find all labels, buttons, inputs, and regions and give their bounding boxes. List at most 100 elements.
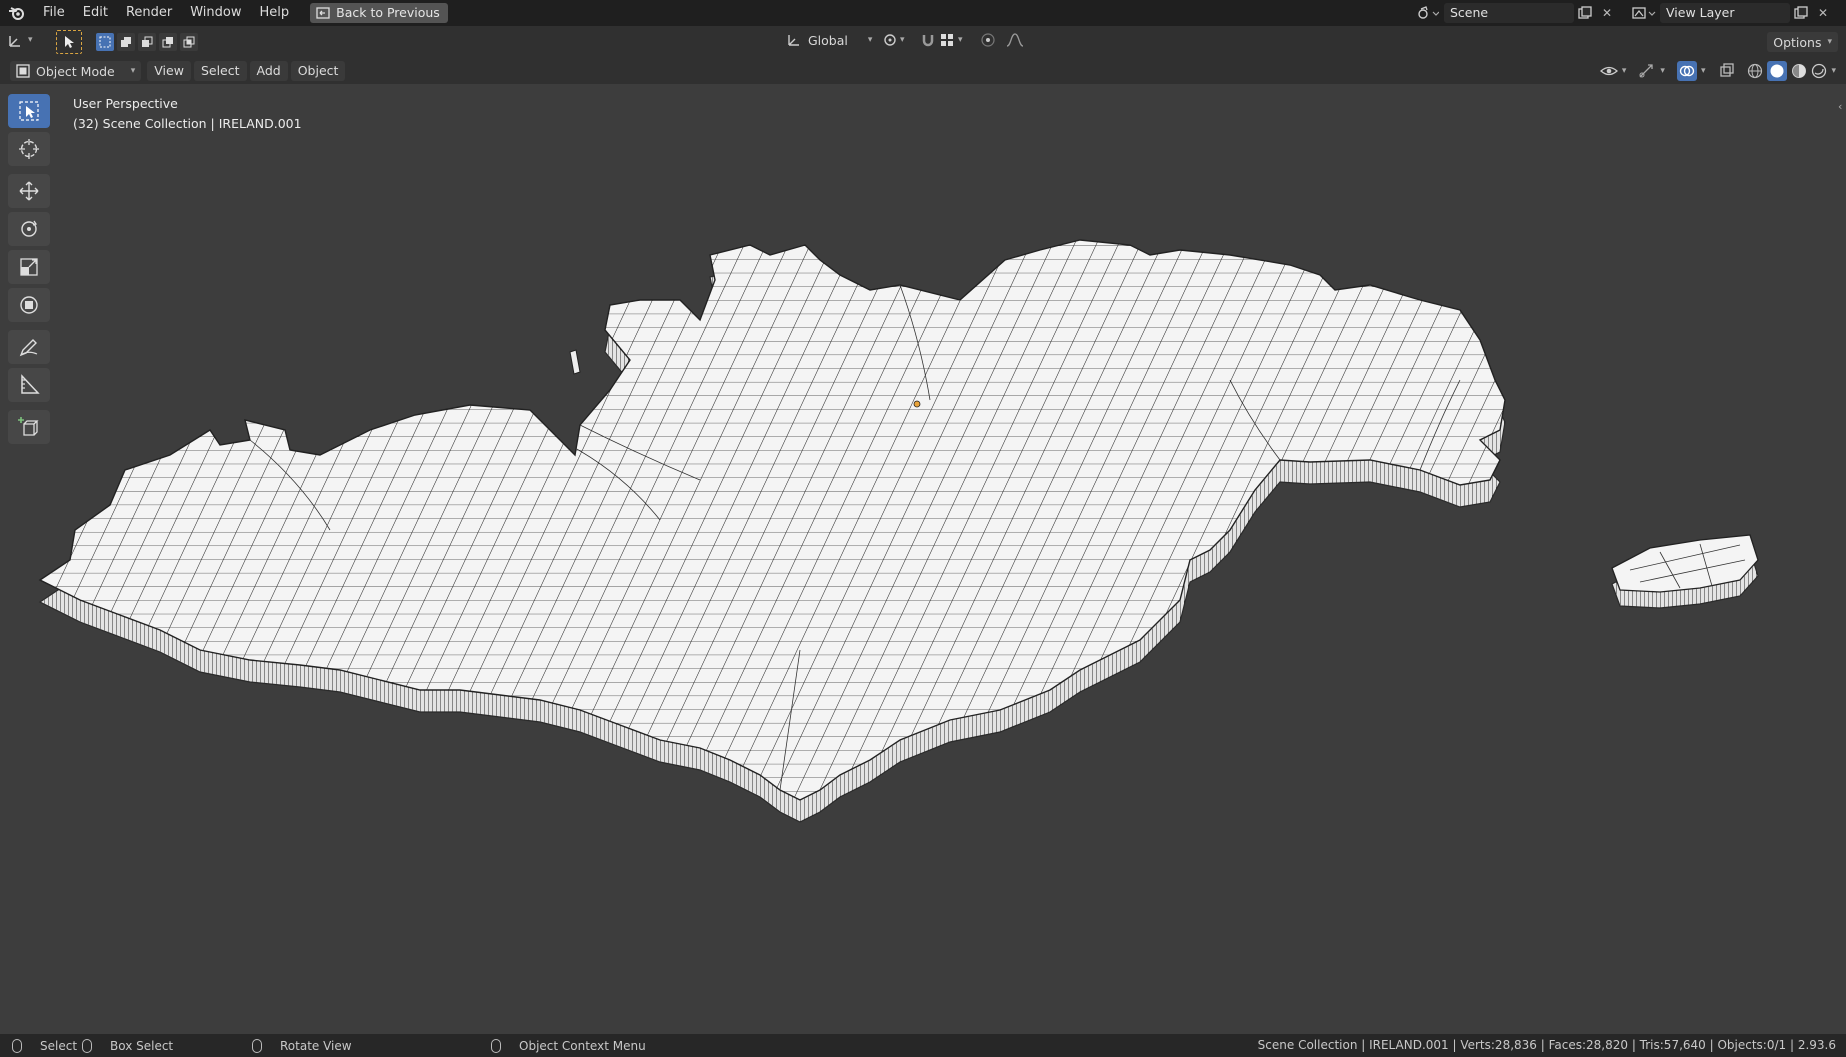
orientation-axes-icon: [786, 32, 802, 48]
editor-type-selector[interactable]: ▾: [8, 32, 33, 48]
measure-ruler-icon: [18, 374, 40, 396]
overlays-toggle-icon[interactable]: [1676, 61, 1697, 81]
chevron-down-icon: ▾: [28, 35, 33, 45]
falloff-curve-icon[interactable]: [1006, 33, 1024, 47]
chevron-down-icon: ▾: [1831, 66, 1836, 76]
chevron-down-icon: ▾: [130, 66, 136, 76]
sidebar-toggle-chevron-icon[interactable]: ‹: [1838, 100, 1846, 120]
tool-settings-bar: ▾ Global ▾ ▾ ▾ Options ▾: [0, 26, 1846, 62]
editor-type-icon: [8, 32, 26, 48]
tool-rotate[interactable]: [8, 212, 50, 246]
options-label: Options: [1773, 34, 1822, 50]
object-mode-dropdown[interactable]: Object Mode ▾: [10, 61, 142, 81]
transform-orientation-dropdown[interactable]: Global ▾: [786, 32, 872, 48]
back-to-previous-label: Back to Previous: [336, 5, 440, 20]
viewport-info-overlay: User Perspective (32) Scene Collection |…: [73, 94, 302, 134]
tool-move[interactable]: [8, 174, 50, 208]
transform-icon: [18, 294, 40, 316]
ireland-mesh-wireframe[interactable]: [0, 84, 1846, 1034]
selection-mode-group: [96, 33, 198, 51]
tool-select-box[interactable]: [8, 94, 50, 128]
annotate-pencil-icon: [18, 336, 40, 358]
menu-render[interactable]: Render: [117, 0, 181, 26]
tool-scale[interactable]: [8, 250, 50, 284]
object-origin-point: [913, 400, 921, 408]
gizmo-toggle-icon[interactable]: [1638, 63, 1656, 79]
mouse-left-icon: [12, 1038, 22, 1053]
select-mode-subtract-icon[interactable]: [138, 33, 156, 51]
menu-edit[interactable]: Edit: [74, 0, 117, 26]
status-context-menu-hint: Object Context Menu: [491, 1038, 646, 1053]
wireframe-shading-icon[interactable]: [1747, 63, 1763, 79]
object-menu[interactable]: Object: [290, 61, 346, 81]
tool-cursor[interactable]: [8, 132, 50, 166]
back-to-previous-button[interactable]: Back to Previous: [310, 3, 448, 23]
scale-icon: [18, 256, 40, 278]
select-menu[interactable]: Select: [193, 61, 247, 81]
rendered-shading-icon[interactable]: [1811, 63, 1827, 79]
rotate-icon: [18, 218, 40, 240]
object-mode-label: Object Mode: [36, 63, 115, 79]
status-box-select-hint: Box Select: [82, 1038, 174, 1053]
proportional-editing-icon[interactable]: [980, 32, 996, 48]
transform-orientation-label: Global: [808, 32, 848, 48]
collection-info-label: (32) Scene Collection | IRELAND.001: [73, 116, 302, 131]
menu-file[interactable]: File: [34, 0, 74, 26]
tool-annotate[interactable]: [8, 330, 50, 364]
chevron-down-icon: ▾: [900, 35, 905, 45]
tool-transform[interactable]: [8, 288, 50, 322]
add-cube-icon: [18, 416, 40, 438]
chevron-down-icon: ▾: [867, 35, 873, 45]
move-arrows-icon: [18, 180, 40, 202]
tool-measure[interactable]: [8, 368, 50, 402]
viewport-shading-controls: ▾ ▾ ▾ ▾: [1599, 61, 1836, 81]
snap-magnet-icon[interactable]: [920, 32, 936, 48]
proportional-edit-group: [980, 32, 1024, 48]
chevron-down-icon: ▾: [1827, 37, 1832, 47]
mouse-right-icon: [491, 1038, 501, 1053]
options-dropdown[interactable]: Options ▾: [1767, 32, 1838, 52]
status-rotate-view-hint: Rotate View: [252, 1038, 352, 1053]
mouse-middle-icon: [252, 1038, 262, 1053]
status-bar: Select Box Select Rotate View Object Con…: [0, 1034, 1846, 1057]
blender-logo-icon[interactable]: [0, 0, 34, 26]
material-preview-icon[interactable]: [1791, 63, 1807, 79]
view-layer-selector: View Layer ✕: [1628, 3, 1834, 23]
status-select-hint: Select: [12, 1038, 77, 1053]
snap-increment-icon[interactable]: [940, 33, 954, 47]
status-box-select-label: Box Select: [110, 1038, 174, 1053]
select-mode-intersect-icon[interactable]: [180, 33, 198, 51]
scene-close-icon[interactable]: ✕: [1596, 3, 1618, 23]
top-menu-bar: File Edit Render Window Help Back to Pre…: [0, 0, 1846, 26]
viewport-header: Object Mode ▾ View Select Add Object ▾ ▾…: [0, 58, 1846, 84]
scene-new-icon[interactable]: [1574, 3, 1596, 23]
add-menu[interactable]: Add: [249, 61, 288, 81]
tool-add-cube[interactable]: [8, 410, 50, 444]
scene-name-field[interactable]: Scene: [1444, 3, 1574, 23]
select-mode-new-icon[interactable]: [96, 33, 114, 51]
view-layer-name-field[interactable]: View Layer: [1660, 3, 1790, 23]
menu-help[interactable]: Help: [251, 0, 299, 26]
3d-viewport[interactable]: ‹: [0, 84, 1846, 1034]
view-menu[interactable]: View: [147, 61, 191, 81]
pivot-point-dropdown[interactable]: ▾: [882, 32, 905, 48]
status-rotate-view-label: Rotate View: [280, 1038, 352, 1053]
view-layer-new-icon[interactable]: [1790, 3, 1812, 23]
select-mode-difference-icon[interactable]: [159, 33, 177, 51]
back-screen-icon: [316, 7, 330, 19]
menu-window[interactable]: Window: [181, 0, 250, 26]
solid-shading-icon[interactable]: [1767, 61, 1788, 81]
select-mode-extend-icon[interactable]: [117, 33, 135, 51]
view-layer-browse-icon[interactable]: [1628, 3, 1660, 23]
tool-shelf: [8, 94, 54, 448]
scene-statistics: Scene Collection | IRELAND.001 | Verts:2…: [1257, 1038, 1836, 1052]
active-tool-select-icon[interactable]: [56, 30, 82, 54]
xray-toggle-icon[interactable]: [1719, 63, 1735, 79]
visibility-eye-icon[interactable]: [1599, 64, 1618, 78]
snap-group: ▾: [920, 32, 963, 48]
cursor-crosshair-icon: [18, 138, 40, 160]
view-layer-close-icon[interactable]: ✕: [1812, 3, 1834, 23]
object-mode-icon: [16, 64, 30, 78]
status-context-menu-label: Object Context Menu: [519, 1038, 646, 1053]
scene-browse-icon[interactable]: [1412, 3, 1444, 23]
